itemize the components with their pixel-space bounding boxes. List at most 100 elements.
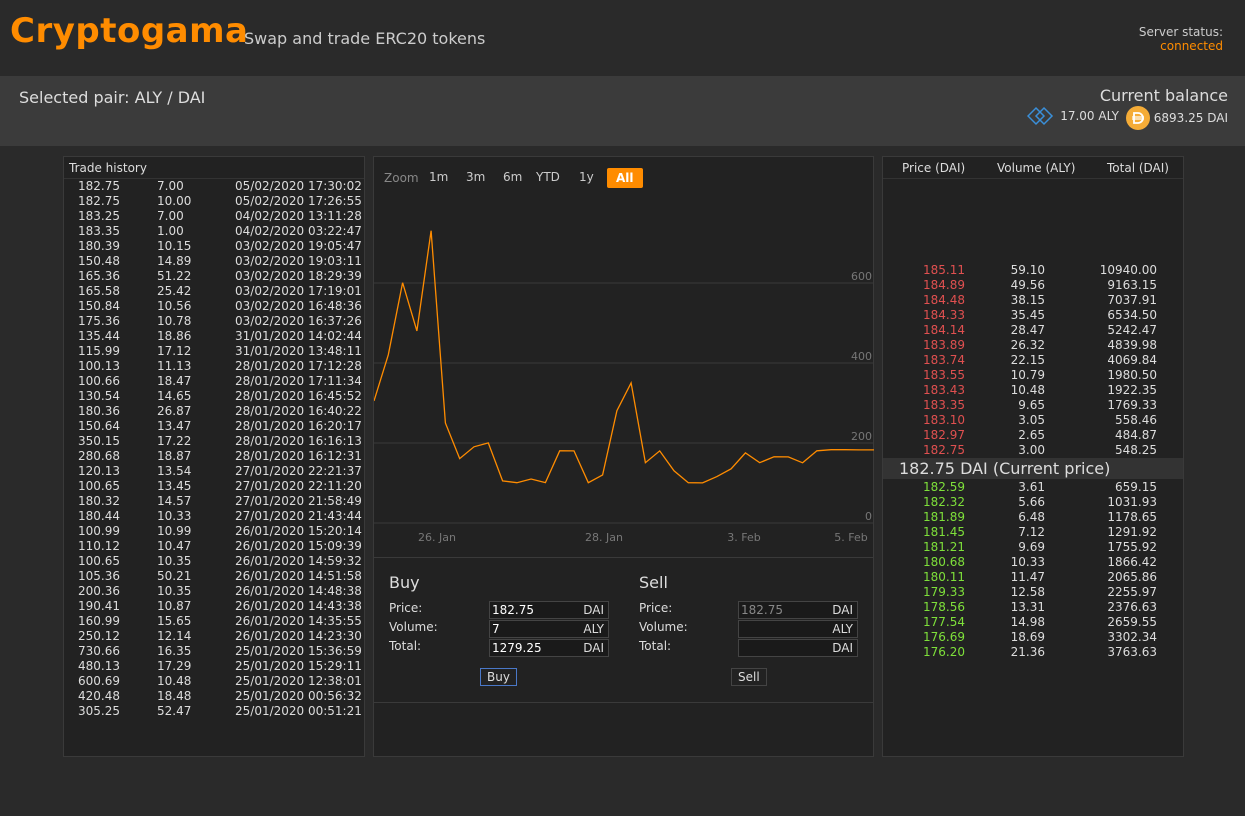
trade-volume: 10.15: [157, 239, 192, 253]
trade-price: 130.54: [78, 389, 120, 403]
order-volume: 21.36: [1010, 645, 1045, 659]
server-status: Server status: connected: [1139, 25, 1223, 53]
trade-volume: 10.35: [157, 584, 192, 598]
trade-time: 31/01/2020 14:02:44: [235, 329, 362, 343]
sell-order-row[interactable]: 184.33 35.45 6534.50: [883, 308, 1183, 323]
trade-history-list[interactable]: 182.75 7.00 05/02/2020 17:30:02 182.75 10.00…: [64, 179, 364, 719]
trade-row: 180.36 26.87 28/01/2020 16:40:22: [64, 404, 364, 419]
order-volume: 7.12: [1018, 525, 1045, 539]
sell-button[interactable]: Sell: [731, 668, 767, 686]
order-total: 7037.91: [1107, 293, 1157, 307]
buy-order-row[interactable]: 181.21 9.69 1755.92: [883, 540, 1183, 555]
buy-total-input[interactable]: 1279.25 DAI: [489, 639, 609, 657]
trade-price: 180.39: [78, 239, 120, 253]
buy-price-input[interactable]: 182.75 DAI: [489, 601, 609, 619]
order-total: 1866.42: [1107, 555, 1157, 569]
buy-order-row[interactable]: 176.69 18.69 3302.34: [883, 630, 1183, 645]
trade-price: 135.44: [78, 329, 120, 343]
zoom-3m-button[interactable]: 3m: [460, 168, 491, 186]
y-tick-label: 200: [851, 430, 872, 443]
trade-time: 03/02/2020 18:29:39: [235, 269, 362, 283]
sell-order-row[interactable]: 184.48 38.15 7037.91: [883, 293, 1183, 308]
trade-time: 28/01/2020 16:45:52: [235, 389, 362, 403]
trade-time: 05/02/2020 17:30:02: [235, 179, 362, 193]
sell-order-row[interactable]: 185.11 59.10 10940.00: [883, 263, 1183, 278]
buy-volume-input[interactable]: 7 ALY: [489, 620, 609, 638]
zoom-1m-button[interactable]: 1m: [423, 168, 454, 186]
buy-button[interactable]: Buy: [480, 668, 517, 686]
buy-order-row[interactable]: 180.68 10.33 1866.42: [883, 555, 1183, 570]
app-logo[interactable]: Cryptogama: [10, 11, 248, 51]
trade-time: 26/01/2020 14:51:58: [235, 569, 362, 583]
order-volume: 11.47: [1010, 570, 1045, 584]
trade-history-panel: Trade history 182.75 7.00 05/02/2020 17:30…: [63, 156, 365, 757]
zoom-label: Zoom: [384, 171, 419, 185]
trade-price: 100.13: [78, 359, 120, 373]
chart-trade-panel: Zoom 1m 3m 6m YTD 1y All 0 200 400 600 26. J…: [373, 156, 874, 757]
buy-price-currency: DAI: [583, 603, 604, 617]
sell-order-row[interactable]: 183.35 9.65 1769.33: [883, 398, 1183, 413]
trade-time: 28/01/2020 16:16:13: [235, 434, 362, 448]
trade-row: 420.48 18.48 25/01/2020 00:56:32: [64, 689, 364, 704]
app-tagline: Swap and trade ERC20 tokens: [244, 29, 486, 48]
price-series-line[interactable]: [374, 230, 874, 484]
order-price: 182.32: [923, 495, 965, 509]
buy-order-row[interactable]: 176.20 21.36 3763.63: [883, 645, 1183, 660]
trade-time: 26/01/2020 14:23:30: [235, 629, 362, 643]
sell-total-currency: DAI: [832, 641, 853, 655]
order-volume: 28.47: [1010, 323, 1045, 337]
sell-order-row[interactable]: 184.89 49.56 9163.15: [883, 278, 1183, 293]
trade-row: 100.66 18.47 28/01/2020 17:11:34: [64, 374, 364, 389]
sell-order-row[interactable]: 183.55 10.79 1980.50: [883, 368, 1183, 383]
sell-order-row[interactable]: 184.14 28.47 5242.47: [883, 323, 1183, 338]
order-total: 1769.33: [1107, 398, 1157, 412]
trade-row: 200.36 10.35 26/01/2020 14:48:38: [64, 584, 364, 599]
buy-order-row[interactable]: 181.89 6.48 1178.65: [883, 510, 1183, 525]
zoom-all-button[interactable]: All: [607, 168, 643, 188]
trade-price: 183.35: [78, 224, 120, 238]
buy-order-row[interactable]: 180.11 11.47 2065.86: [883, 570, 1183, 585]
sell-volume-input[interactable]: ALY: [738, 620, 858, 638]
trade-row: 120.13 13.54 27/01/2020 22:21:37: [64, 464, 364, 479]
trade-volume: 7.00: [157, 179, 184, 193]
buy-form-title: Buy: [389, 573, 420, 592]
trade-time: 03/02/2020 17:19:01: [235, 284, 362, 298]
buy-order-row[interactable]: 179.33 12.58 2255.97: [883, 585, 1183, 600]
price-chart[interactable]: 0 200 400 600 26. Jan 28. Jan 3. Feb 5. Feb: [374, 203, 874, 548]
selected-pair[interactable]: Selected pair: ALY / DAI: [19, 88, 205, 107]
order-volume: 59.10: [1010, 263, 1045, 277]
sell-total-input[interactable]: DAI: [738, 639, 858, 657]
trade-price: 105.36: [78, 569, 120, 583]
trade-time: 31/01/2020 13:48:11: [235, 344, 362, 358]
buy-order-row[interactable]: 182.32 5.66 1031.93: [883, 495, 1183, 510]
buy-order-row[interactable]: 177.54 14.98 2659.55: [883, 615, 1183, 630]
zoom-1y-button[interactable]: 1y: [573, 168, 600, 186]
trade-time: 27/01/2020 22:21:37: [235, 464, 362, 478]
sell-order-row[interactable]: 182.75 3.00 548.25: [883, 443, 1183, 458]
zoom-ytd-button[interactable]: YTD: [530, 168, 566, 186]
trade-row: 105.36 50.21 26/01/2020 14:51:58: [64, 569, 364, 584]
buy-order-row[interactable]: 182.59 3.61 659.15: [883, 480, 1183, 495]
trade-row: 165.58 25.42 03/02/2020 17:19:01: [64, 284, 364, 299]
order-price: 183.55: [923, 368, 965, 382]
trade-row: 100.99 10.99 26/01/2020 15:20:14: [64, 524, 364, 539]
zoom-6m-button[interactable]: 6m: [497, 168, 528, 186]
order-total: 9163.15: [1107, 278, 1157, 292]
sell-order-row[interactable]: 183.10 3.05 558.46: [883, 413, 1183, 428]
trade-time: 25/01/2020 12:38:01: [235, 674, 362, 688]
sell-order-row[interactable]: 182.97 2.65 484.87: [883, 428, 1183, 443]
sell-price-input[interactable]: 182.75 DAI: [738, 601, 858, 619]
sell-order-row[interactable]: 183.74 22.15 4069.84: [883, 353, 1183, 368]
sell-order-row[interactable]: 183.89 26.32 4839.98: [883, 338, 1183, 353]
trade-price: 280.68: [78, 449, 120, 463]
sell-price-label: Price:: [639, 601, 673, 615]
form-divider: [374, 702, 874, 703]
sell-price-placeholder: 182.75: [741, 603, 783, 617]
trade-volume: 17.12: [157, 344, 192, 358]
trade-volume: 7.00: [157, 209, 184, 223]
sell-order-row[interactable]: 183.43 10.48 1922.35: [883, 383, 1183, 398]
server-status-value: connected: [1160, 39, 1223, 53]
dai-balance-value: 6893.25 DAI: [1153, 111, 1228, 125]
buy-order-row[interactable]: 178.56 13.31 2376.63: [883, 600, 1183, 615]
buy-order-row[interactable]: 181.45 7.12 1291.92: [883, 525, 1183, 540]
